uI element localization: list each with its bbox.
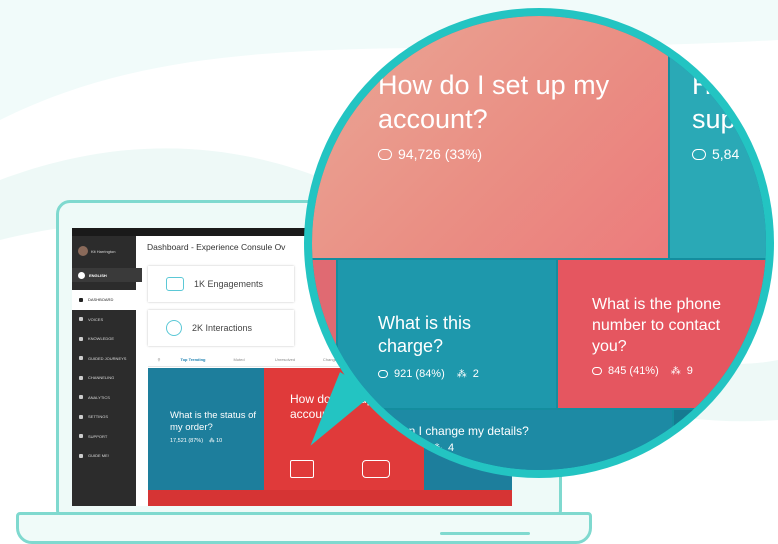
zoom-metrics: 94,726 (33%) [378,146,668,162]
avatar [78,246,88,256]
zoom-tile-corner [674,410,766,470]
zoom-metrics: ⁂ 4 [432,442,672,454]
zoom-metrics: 5,84 [692,146,766,162]
laptop-base [16,512,592,544]
chat-icon [592,367,602,375]
sidebar-item-channeling[interactable]: CHANNELING [72,368,136,388]
interactions-card[interactable]: 2K Interactions [148,310,294,346]
user-name: Kit Harrington [91,248,116,254]
language-selector[interactable]: ENGLISH [72,268,142,282]
zoom-question: How do I set up my account? [378,70,610,134]
zoom-question: H sup [692,70,736,134]
branch-icon [79,375,83,380]
sidebar-item-label: GUIDE ME! [88,453,109,459]
zoom-tile-charge[interactable]: What is this charge? 921 (84%) ⁂ 2 [338,260,556,408]
sidebar-item-settings[interactable]: SETTINGS [72,407,136,427]
globe-icon [78,271,85,279]
tile-question: What is the status of my order? [170,410,257,433]
sidebar-item-label: ANALYTICS [88,394,110,400]
sidebar-item-label: SUPPORT [88,433,108,439]
home-icon [79,297,83,302]
zoom-count: 921 (84%) [394,368,445,380]
sidebar-item-voices[interactable]: VOICES [72,310,136,330]
gear-icon [79,414,83,419]
zoom-people: 9 [686,365,693,377]
zoom-tile-phone[interactable]: What is the phone number to contact you?… [558,260,766,408]
sidebar-item-label: VOICES [88,316,104,322]
compass-icon [79,453,83,458]
zoom-people: 2 [472,368,479,380]
trackpad [440,532,530,535]
zoom-tile-support[interactable]: H sup 5,84 [670,16,766,258]
sidebar-item-label: GUIDED JOURNEYS [88,355,127,361]
zoom-tile-details[interactable]: an I change my details? ⁂ 4 [312,410,672,470]
sidebar-item-label: SETTINGS [88,414,109,420]
sidebar-item-label: CHANNELING [88,375,115,381]
zoom-question: an I change my details? [402,424,529,438]
page-title: Dashboard - Experience Consule Ov [147,242,286,252]
help-icon [79,434,83,439]
people-icon: ⁂ [432,442,442,454]
sidebar-item-label: DASHBOARD [88,297,114,303]
sidebar-item-dashboard[interactable]: DASHBOARD [72,290,136,310]
pin-icon [79,356,83,361]
chat-icon [378,370,388,378]
magnifier-zoom: How do I set up my account? 94,726 (33%)… [312,16,766,470]
tile-count: 17,521 (87%) [170,438,204,444]
megaphone-icon [79,317,83,322]
people-icon: ⁂ [456,368,467,380]
zoom-tile-setup[interactable]: How do I set up my account? 94,726 (33%) [312,16,668,258]
user-profile[interactable]: Kit Harrington [72,236,142,266]
zoom-count: 94,726 (33%) [398,146,483,162]
zoom-metrics: 921 (84%) ⁂ 2 [378,368,556,380]
sidebar-item-guided-journeys[interactable]: GUIDED JOURNEYS [72,349,136,369]
language-label: ENGLISH [89,272,107,278]
tab-unresolved[interactable]: Unresolved [262,354,308,366]
people-icon: ⁂ [670,365,681,377]
tile-order-status[interactable]: What is the status of my order? 17,521 (… [148,368,264,490]
tile-people: ⁂ 10 [209,438,223,444]
engagements-card[interactable]: 1K Engagements [148,266,294,302]
zoom-people: 4 [448,442,455,454]
chat-icon [692,148,706,160]
sidebar-item-label: KNOWLEDGE [88,336,115,342]
zoom-count: 845 (41%) [608,365,659,377]
sidebar-item-analytics[interactable]: ANALYTICS [72,388,136,408]
tile-people-value: 10 [216,438,223,444]
zoom-metrics: 845 (41%) ⁂ 9 [592,365,766,377]
tab-muted[interactable]: Muted [216,354,262,366]
filter-icon[interactable]: ⚲ [148,354,170,366]
sidebar-item-knowledge[interactable]: KNOWLEDGE [72,329,136,349]
browser-icon [290,460,314,478]
zoom-count: 5,84 [712,146,740,162]
sidebar-item-guide-me[interactable]: GUIDE ME! [72,446,136,466]
sidebar-item-support[interactable]: SUPPORT [72,427,136,447]
chat-icon [166,320,182,336]
interactions-value: 2K Interactions [192,323,253,333]
zoom-question: What is the phone number to contact you? [592,296,721,355]
tab-top-trending[interactable]: Top Trending [170,354,216,366]
sidebar-nav: DASHBOARD VOICES KNOWLEDGE GUIDED JOURNEYS C… [72,290,136,466]
tile-metrics: 17,521 (87%) ⁂ 10 [170,438,264,444]
stack-icon [166,277,184,291]
zoom-tile-edge [312,260,336,410]
chat-icon [378,148,392,160]
zoom-question: What is this charge? [378,313,472,356]
tile-bottom-row[interactable] [148,490,512,506]
chart-icon [79,395,83,400]
engagements-value: 1K Engagements [194,279,264,289]
book-icon [79,336,83,341]
